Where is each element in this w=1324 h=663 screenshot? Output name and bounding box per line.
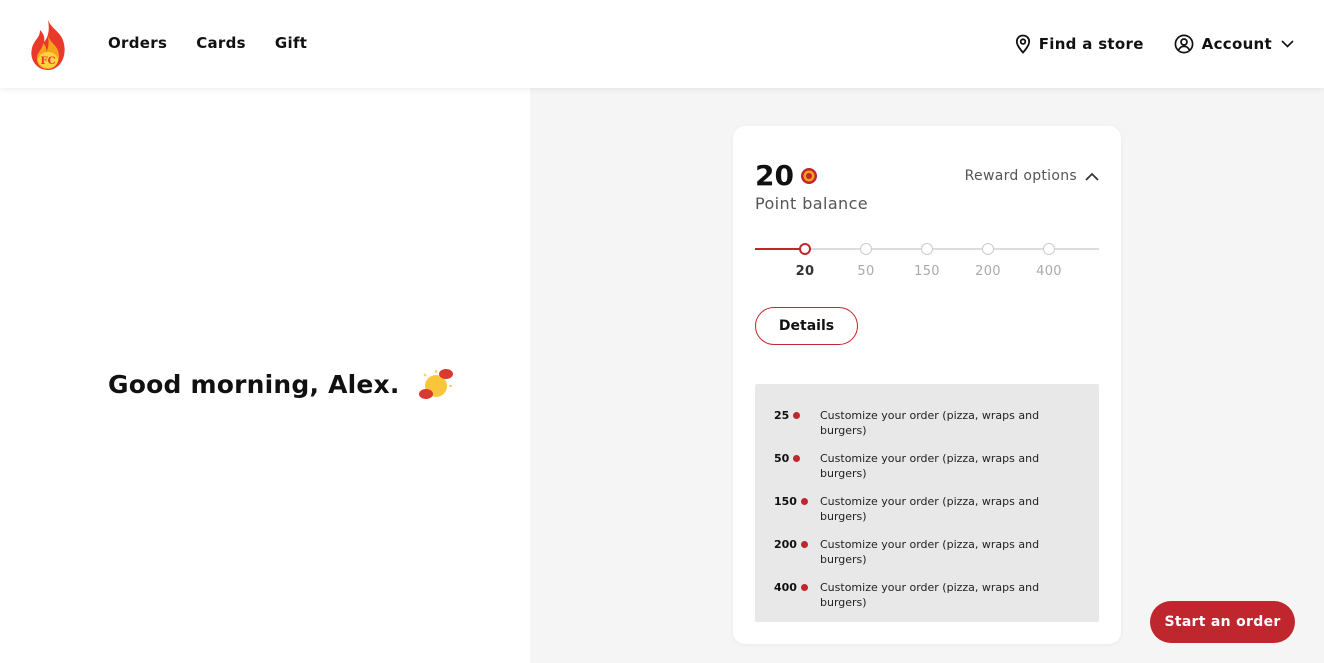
find-store-link[interactable]: Find a store: [1015, 34, 1144, 54]
milestone-label: 400: [1036, 264, 1062, 279]
points-coin-icon: [800, 584, 808, 591]
main-nav: Orders Cards Gift: [108, 34, 307, 52]
reward-item: 25 Customize your order (pizza, wraps and…: [774, 408, 1084, 438]
reward-description: Customize your order (pizza, wraps and b…: [820, 581, 1040, 609]
account-menu[interactable]: Account: [1174, 34, 1294, 54]
points-coin-icon: [800, 167, 817, 184]
reward-points-value: 400: [774, 581, 797, 594]
details-button[interactable]: Details: [755, 307, 858, 345]
reward-item: 50 Customize your order (pizza, wraps and…: [774, 451, 1084, 481]
reward-points: 200: [774, 537, 820, 567]
milestone-label: 50: [857, 264, 875, 279]
greeting-text: Good morning, Alex.: [108, 369, 400, 399]
account-label: Account: [1201, 35, 1272, 53]
milestone-label: 200: [975, 264, 1001, 279]
reward-points-value: 50: [774, 452, 790, 465]
rewards-list: 25 Customize your order (pizza, wraps and…: [755, 384, 1099, 622]
top-header: FC Orders Cards Gift Find a store Accoun…: [0, 0, 1324, 88]
sun-cloud-icon: [418, 369, 453, 399]
nav-gift[interactable]: Gift: [275, 34, 307, 52]
reward-item: 400 Customize your order (pizza, wraps an…: [774, 580, 1084, 610]
points-progress-track: [755, 243, 1099, 255]
reward-points: 25: [774, 408, 820, 438]
reward-points: 400: [774, 580, 820, 610]
reward-description: Customize your order (pizza, wraps and b…: [820, 495, 1040, 523]
logo-mark: FC: [40, 56, 55, 67]
reward-item: 150 Customize your order (pizza, wraps an…: [774, 494, 1084, 524]
reward-description: Customize your order (pizza, wraps and b…: [820, 538, 1040, 566]
rewards-card: 20 Point balance Reward options 20 50 150 2…: [733, 126, 1121, 644]
reward-options-label: Reward options: [964, 168, 1077, 184]
points-value: 20: [755, 159, 794, 192]
reward-points: 50: [774, 451, 820, 481]
milestone-marker: [921, 243, 933, 255]
milestone-marker: [1043, 243, 1055, 255]
right-nav: Find a store Account: [1015, 34, 1294, 54]
points-coin-icon: [793, 412, 801, 419]
reward-points-value: 25: [774, 409, 790, 422]
milestone-marker: [799, 243, 811, 255]
milestone-label: 150: [914, 264, 940, 279]
chevron-down-icon: [1281, 40, 1294, 48]
reward-options-toggle[interactable]: Reward options: [965, 168, 1099, 184]
milestone-marker: [982, 243, 994, 255]
chevron-up-icon: [1085, 172, 1099, 181]
points-coin-icon: [793, 455, 801, 462]
points-balance: 20: [755, 159, 818, 192]
reward-points-value: 150: [774, 495, 797, 508]
points-progress-fill: [755, 248, 805, 250]
points-label: Point balance: [755, 194, 869, 213]
nav-orders[interactable]: Orders: [108, 34, 167, 52]
points-coin-icon: [800, 541, 808, 548]
find-store-label: Find a store: [1038, 35, 1144, 53]
reward-points-value: 200: [774, 538, 797, 551]
flame-logo-icon[interactable]: FC: [26, 18, 70, 72]
user-circle-icon: [1174, 34, 1194, 54]
reward-description: Customize your order (pizza, wraps and b…: [820, 409, 1040, 437]
reward-points: 150: [774, 494, 820, 524]
nav-cards[interactable]: Cards: [196, 34, 246, 52]
reward-description: Customize your order (pizza, wraps and b…: [820, 452, 1040, 480]
location-pin-icon: [1015, 34, 1030, 54]
points-coin-icon: [800, 498, 808, 505]
greeting: Good morning, Alex.: [108, 364, 456, 404]
reward-item: 200 Customize your order (pizza, wraps an…: [774, 537, 1084, 567]
milestone-marker: [860, 243, 872, 255]
start-order-button[interactable]: Start an order: [1150, 601, 1295, 643]
greeting-panel: Good morning, Alex.: [0, 88, 530, 663]
milestone-label: 20: [795, 264, 815, 279]
